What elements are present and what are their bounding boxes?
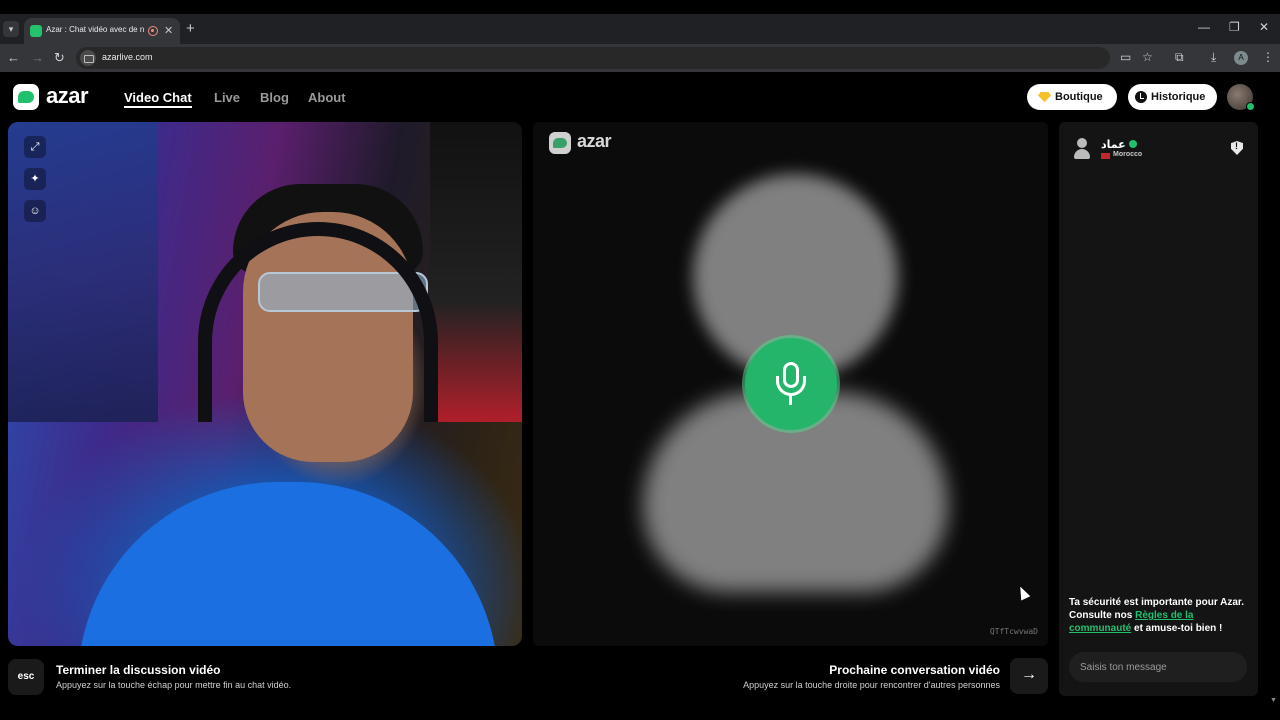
next-chat-subtitle: Appuyez sur la touche droite pour rencon… (743, 680, 1000, 690)
plus-icon[interactable]: + (186, 20, 195, 37)
scroll-down-icon[interactable]: ▼ (1270, 697, 1277, 704)
partner-name-text: عماد (1101, 139, 1126, 151)
nav-blog[interactable]: Blog (260, 90, 289, 105)
mic-stand (789, 395, 792, 405)
user-avatar[interactable] (1227, 84, 1255, 111)
end-chat-title: Terminer la discussion vidéo (56, 663, 221, 677)
chevron-down-icon[interactable]: ▾ (3, 21, 19, 37)
magic-wand-icon[interactable]: ✦ (24, 168, 46, 190)
arrow-left-icon[interactable]: ← (7, 50, 20, 65)
browser-tabstrip: ▾ Azar : Chat vidéo avec de n ✕ + — ❐ ✕ (0, 14, 1280, 44)
verified-icon (1128, 140, 1137, 148)
kebab-icon[interactable]: ⋮ (1262, 50, 1274, 64)
sticker-icon[interactable]: ☺ (24, 200, 46, 222)
mic-cup (776, 376, 806, 396)
expand-icon[interactable]: ⤢ (24, 136, 46, 158)
minimize-icon[interactable]: — (1198, 20, 1210, 34)
azar-logo-icon (549, 132, 571, 154)
download-icon[interactable]: ⤓ (1211, 50, 1216, 65)
next-chat-button[interactable]: → (1010, 658, 1048, 694)
person-hoodie (78, 482, 498, 646)
history-label: Historique (1151, 91, 1206, 103)
browser-tab[interactable]: Azar : Chat vidéo avec de n ✕ (24, 18, 180, 44)
screen-top-edge (0, 0, 1280, 14)
tab-title: Azar : Chat vidéo avec de n (46, 25, 145, 34)
chat-panel: عماد Morocco Ta sécurité est importante … (1059, 122, 1258, 696)
logo-text: azar (46, 83, 89, 108)
address-bar[interactable]: azarlive.com (76, 47, 1110, 69)
azar-favicon-icon (30, 25, 42, 37)
background-banner (430, 122, 522, 422)
gem-icon (1038, 92, 1051, 102)
arrow-right-icon[interactable]: → (31, 50, 44, 65)
clock-icon (1135, 91, 1147, 103)
shop-label: Boutique (1055, 91, 1103, 103)
report-shield-icon[interactable] (1231, 141, 1243, 155)
safety-notice: Ta sécurité est importante pour Azar. Co… (1069, 596, 1251, 635)
url-text: azarlive.com (102, 52, 153, 62)
site-info-icon[interactable] (80, 50, 96, 66)
end-chat-subtitle: Appuyez sur la touche échap pour mettre … (56, 680, 292, 690)
window-close-icon[interactable]: ✕ (1259, 20, 1269, 34)
partner-name: عماد (1101, 138, 1137, 151)
nav-live[interactable]: Live (214, 90, 240, 105)
end-chat-button[interactable]: esc (8, 659, 44, 695)
video-tools: ⤢ ✦ ☺ (24, 136, 46, 232)
nav-video-chat[interactable]: Video Chat (124, 90, 192, 108)
cast-icon[interactable]: ▭ (1120, 50, 1131, 64)
puzzle-icon[interactable]: ⧉ (1175, 50, 1184, 65)
remote-logo-text: azar (577, 131, 612, 151)
star-icon[interactable]: ☆ (1142, 50, 1153, 64)
shop-button[interactable]: Boutique (1027, 84, 1117, 110)
azar-logo-icon (13, 84, 39, 110)
safety-suffix: et amuse-toi bien ! (1131, 623, 1223, 634)
microphone-icon[interactable] (745, 338, 837, 430)
history-button[interactable]: Historique (1128, 84, 1217, 110)
partner-country: Morocco (1113, 151, 1143, 158)
morocco-flag-icon (1101, 153, 1110, 159)
local-video: ⤢ ✦ ☺ (8, 122, 522, 646)
nav-about[interactable]: About (308, 90, 346, 105)
message-input[interactable] (1069, 652, 1247, 682)
reload-icon[interactable]: ↻ (54, 50, 65, 66)
close-icon[interactable]: ✕ (164, 24, 173, 37)
browser-toolbar: ← → ↻ azarlive.com ▭ ☆ ⧉ ⤓ A ⋮ (0, 44, 1280, 72)
user-icon (1071, 136, 1093, 162)
session-id: QTfTcwvwaD (989, 627, 1038, 636)
azar-page: azar Video Chat Live Blog About Boutique… (0, 72, 1280, 720)
recording-icon (148, 26, 158, 36)
browser-profile-avatar[interactable]: A (1234, 51, 1248, 65)
remote-video: azar QTfTcwvwaD (533, 122, 1048, 646)
next-chat-title: Prochaine conversation vidéo (829, 663, 1000, 677)
online-status-icon (1246, 102, 1255, 111)
restore-icon[interactable]: ❐ (1229, 20, 1240, 34)
